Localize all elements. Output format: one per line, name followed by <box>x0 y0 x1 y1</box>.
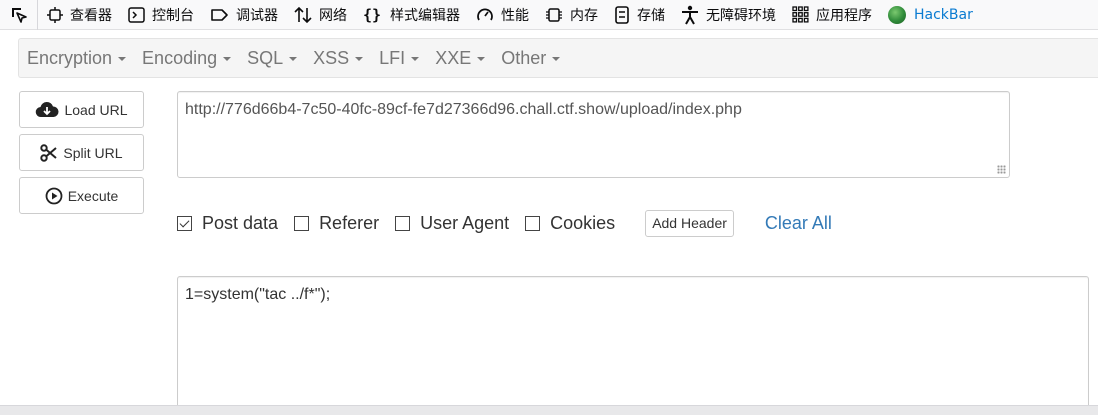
clear-all-link[interactable]: Clear All <box>765 213 832 234</box>
menu-other[interactable]: Other <box>493 38 568 78</box>
menu-sql[interactable]: SQL <box>239 38 305 78</box>
tab-label: 查看器 <box>70 6 112 23</box>
tab-label: 网络 <box>319 6 347 23</box>
button-label: Load URL <box>64 101 128 118</box>
url-textarea[interactable]: http://776d66b4-7c50-40fc-89cf-fe7d27366… <box>177 91 1010 178</box>
tab-performance[interactable]: 性能 <box>467 0 536 30</box>
execute-button[interactable]: Execute <box>19 177 144 214</box>
add-header-button[interactable]: Add Header <box>645 209 734 237</box>
tab-accessibility[interactable]: 无障碍环境 <box>672 0 783 30</box>
menu-label: XSS <box>313 47 350 68</box>
tab-label: 应用程序 <box>816 6 872 23</box>
menu-encoding[interactable]: Encoding <box>134 38 239 78</box>
caret-down-icon <box>289 57 298 61</box>
inspector-icon <box>47 6 63 23</box>
menu-xss[interactable]: XSS <box>305 38 371 78</box>
tab-label: 无障碍环境 <box>706 6 776 23</box>
caret-down-icon <box>118 57 127 61</box>
menu-label: Other <box>501 47 547 68</box>
style-editor-icon: {} <box>363 6 381 24</box>
tab-label: 调试器 <box>236 6 278 23</box>
cookies-checkbox[interactable] <box>525 215 541 231</box>
checkbox-label: Cookies <box>550 212 616 233</box>
post-data-checkbox[interactable] <box>177 215 192 231</box>
hackbar-logo-icon <box>888 5 906 24</box>
checkbox-label: User Agent <box>420 212 510 233</box>
post-data-textarea[interactable]: 1=system("tac ../f*"); <box>177 276 1089 415</box>
menu-xxe[interactable]: XXE <box>427 38 493 78</box>
tab-style-editor[interactable]: {} 样式编辑器 <box>354 0 467 30</box>
caret-down-icon <box>223 57 232 61</box>
button-label: Execute <box>67 187 119 204</box>
tab-inspector[interactable]: 查看器 <box>38 0 119 30</box>
debugger-icon <box>211 8 228 21</box>
tab-label: 内存 <box>570 6 598 23</box>
menu-label: Encryption <box>27 47 113 68</box>
options-row: Post data Referer User Agent Cookies Add… <box>177 207 832 239</box>
load-url-button[interactable]: Load URL <box>19 91 144 128</box>
storage-icon <box>615 5 629 24</box>
memory-icon <box>546 7 562 22</box>
post-data-value: 1=system("tac ../f*"); <box>185 286 331 303</box>
resize-grip-icon[interactable] <box>997 165 1006 174</box>
post-data-option[interactable]: Post data <box>177 213 278 234</box>
user-agent-checkbox[interactable] <box>395 215 411 231</box>
bottom-divider <box>0 405 1098 415</box>
tab-storage[interactable]: 存储 <box>605 0 672 30</box>
network-icon <box>294 6 312 23</box>
menu-label: XXE <box>435 47 472 68</box>
referer-option[interactable]: Referer <box>294 213 379 234</box>
tab-label: 控制台 <box>152 6 194 23</box>
split-url-button[interactable]: Split URL <box>19 134 144 171</box>
console-icon <box>128 6 145 23</box>
user-agent-option[interactable]: User Agent <box>395 213 509 234</box>
scissors-icon <box>40 143 58 162</box>
tab-application[interactable]: 应用程序 <box>783 0 879 30</box>
tab-label: 性能 <box>501 6 529 23</box>
tab-label: HackBar <box>914 6 973 23</box>
menu-label: LFI <box>379 47 406 68</box>
tab-memory[interactable]: 内存 <box>536 0 605 30</box>
menu-label: SQL <box>247 47 284 68</box>
menu-label: Encoding <box>142 47 218 68</box>
menu-encryption[interactable]: Encryption <box>19 38 134 78</box>
hackbar-menu: Encryption Encoding SQL XSS LFI XXE Othe… <box>18 38 1098 78</box>
play-circle-icon <box>45 187 63 204</box>
devtools-toolbar: 查看器 控制台 调试器 网络 {} 样式编辑器 性能 内存 存储 无障碍环境 应… <box>0 0 1098 30</box>
application-icon <box>792 6 809 23</box>
referer-checkbox[interactable] <box>294 215 310 231</box>
tab-network[interactable]: 网络 <box>285 0 354 30</box>
caret-down-icon <box>411 57 420 61</box>
button-label: Split URL <box>63 144 123 161</box>
cloud-download-icon <box>36 101 59 117</box>
element-picker-icon <box>11 7 27 23</box>
cookies-option[interactable]: Cookies <box>525 213 615 234</box>
tab-console[interactable]: 控制台 <box>119 0 201 30</box>
svg-text:{}: {} <box>363 6 381 24</box>
accessibility-icon <box>682 5 698 24</box>
caret-down-icon <box>552 57 561 61</box>
tab-hackbar[interactable]: HackBar <box>879 0 980 30</box>
caret-down-icon <box>355 57 364 61</box>
tab-label: 存储 <box>637 6 665 23</box>
tab-debugger[interactable]: 调试器 <box>201 0 285 30</box>
checkbox-label: Referer <box>319 212 380 233</box>
tab-label: 样式编辑器 <box>390 6 460 23</box>
url-value: http://776d66b4-7c50-40fc-89cf-fe7d27366… <box>185 101 742 118</box>
checkbox-label: Post data <box>202 212 279 233</box>
element-picker-button[interactable] <box>0 0 38 30</box>
caret-down-icon <box>477 57 486 61</box>
performance-icon <box>477 8 493 20</box>
menu-lfi[interactable]: LFI <box>371 38 427 78</box>
